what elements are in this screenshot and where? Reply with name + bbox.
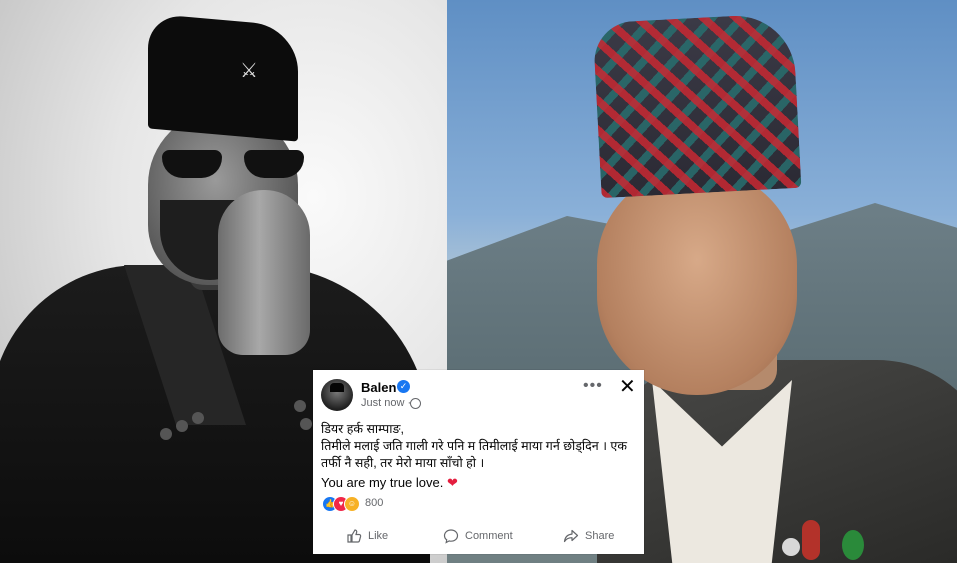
post-timestamp[interactable]: Just now ·	[361, 397, 411, 409]
verified-icon: ✓	[397, 380, 410, 393]
comment-icon	[443, 529, 459, 544]
share-button[interactable]: Share	[563, 528, 614, 544]
sleeve-button	[300, 418, 312, 430]
reaction-count[interactable]: 800	[365, 497, 383, 509]
avatar[interactable]	[321, 379, 353, 411]
patterned-dhaka-topi	[592, 12, 802, 199]
post-text-line: डियर हर्क साम्पाङ,	[321, 422, 404, 436]
share-icon	[563, 529, 579, 543]
badge-pin	[802, 520, 820, 560]
sleeve-button	[294, 400, 306, 412]
english-text: You are my true love.	[321, 475, 444, 490]
cap-emblem-icon: ⚔	[240, 58, 258, 82]
sleeve-button	[160, 428, 172, 440]
heart-icon: ❤	[447, 475, 458, 490]
like-label: Like	[368, 530, 389, 542]
facebook-post-card: Balen ✓ Just now · ••• ✕ डियर हर्क साम्प…	[313, 370, 644, 554]
post-text: डियर हर्क साम्पाङ, तिमीले मलाई जति गाली …	[321, 421, 639, 472]
close-icon[interactable]: ✕	[619, 374, 636, 399]
badge-pin	[782, 538, 800, 556]
like-icon	[347, 529, 362, 543]
badge-pin	[842, 530, 864, 560]
post-actions: Like Comment Share	[313, 520, 644, 550]
sleeve-button	[176, 420, 188, 432]
like-button[interactable]: Like	[346, 528, 388, 544]
comment-button[interactable]: Comment	[443, 528, 513, 544]
dhaka-topi-cap	[148, 13, 298, 142]
post-text-line: तिमीले मलाई जति गाली गरे पनि म तिमीलाई म…	[321, 439, 631, 470]
author-name[interactable]: Balen	[361, 380, 396, 395]
comment-label: Comment	[465, 530, 513, 542]
haha-reaction-icon: ☺	[344, 496, 360, 512]
sunglasses	[162, 150, 307, 180]
folded-hands	[218, 190, 310, 355]
share-label: Share	[585, 530, 615, 542]
face	[597, 170, 797, 395]
sleeve-button	[192, 412, 204, 424]
globe-icon	[410, 398, 421, 409]
more-icon[interactable]: •••	[583, 377, 603, 395]
post-english-line: You are my true love. ❤	[321, 475, 458, 491]
